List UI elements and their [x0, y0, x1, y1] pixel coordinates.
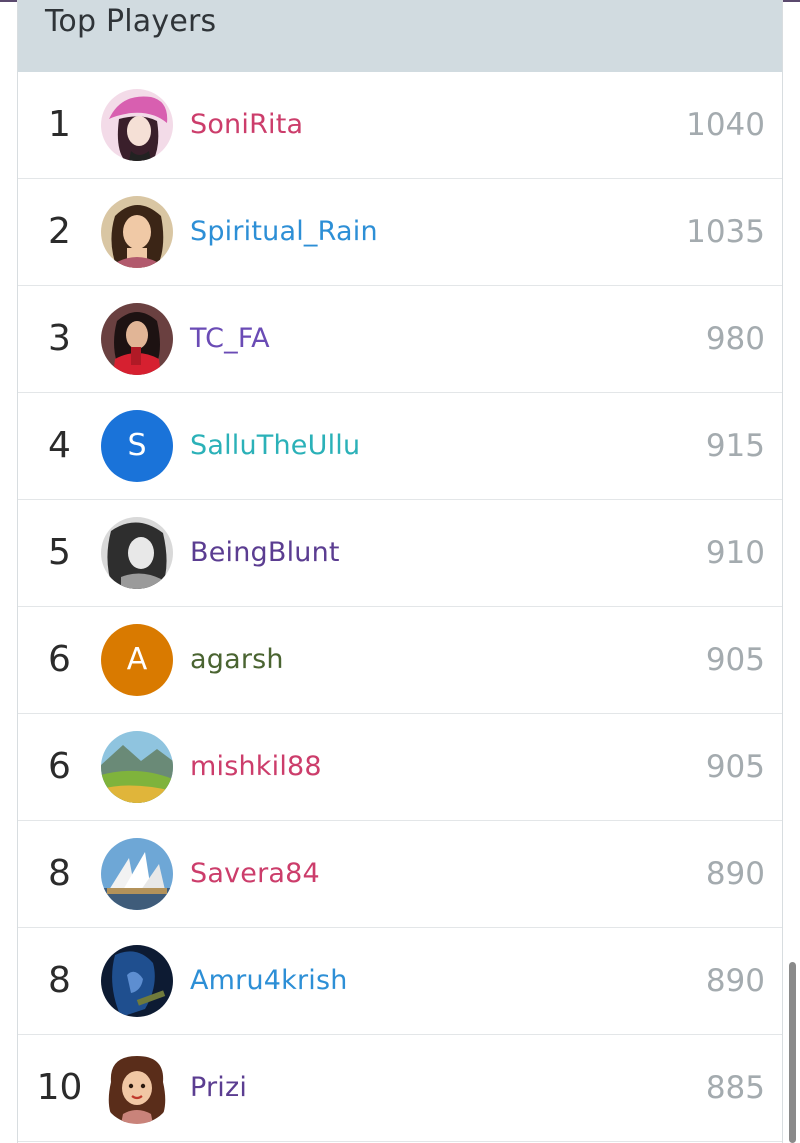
player-name-link[interactable]: Prizi [190, 1035, 247, 1141]
player-row[interactable]: 8 Savera84 890 [18, 821, 782, 928]
player-name-link[interactable]: SalluTheUllu [190, 393, 360, 499]
player-rank: 5 [48, 532, 71, 573]
player-rank: 2 [48, 211, 71, 252]
player-row[interactable]: 8 Amru4krish 890 [18, 928, 782, 1035]
player-score: 905 [705, 642, 765, 678]
player-rank: 6 [48, 639, 71, 680]
player-row[interactable]: 2 Spiritual_Rain 1035 [18, 179, 782, 286]
player-name-link[interactable]: agarsh [190, 607, 284, 713]
cartoon-girl-icon[interactable] [101, 1052, 173, 1124]
night-portrait-icon[interactable] [101, 945, 173, 1017]
player-score: 905 [705, 749, 765, 785]
player-row[interactable]: 10 Prizi 885 [18, 1035, 782, 1142]
player-score: 885 [705, 1070, 765, 1106]
player-rank: 8 [48, 853, 71, 894]
player-score: 980 [705, 321, 765, 357]
player-name-link[interactable]: Amru4krish [190, 928, 348, 1034]
panel-title: Top Players [45, 4, 217, 39]
player-rank: 6 [48, 746, 71, 787]
scrollbar-thumb[interactable] [789, 962, 796, 1143]
player-row[interactable]: 5 BeingBlunt 910 [18, 500, 782, 607]
photo-woman-bw-icon[interactable] [101, 517, 173, 589]
player-row[interactable]: 3 TC_FA 980 [18, 286, 782, 393]
player-name-link[interactable]: Spiritual_Rain [190, 179, 378, 285]
avatar-letter: A [126, 642, 148, 677]
player-score: 915 [705, 428, 765, 464]
player-row[interactable]: 6 Aagarsh 905 [18, 607, 782, 714]
player-name-link[interactable]: TC_FA [190, 286, 270, 392]
player-name-link[interactable]: mishkil88 [190, 714, 322, 820]
opera-house-icon[interactable] [101, 838, 173, 910]
players-list: 1 SoniRita 1040 2 Spiritual_Rain 1035 3 TC_FA 98… [18, 72, 782, 1142]
top-players-panel: Top Players 1 SoniRita 1040 2 Spiritual_Rain… [17, 0, 783, 1143]
player-rank: 3 [48, 318, 71, 359]
player-name-link[interactable]: BeingBlunt [190, 500, 340, 606]
player-name-link[interactable]: SoniRita [190, 72, 303, 178]
letter-avatar[interactable]: S [101, 410, 173, 482]
player-rank: 8 [48, 960, 71, 1001]
player-score: 890 [705, 856, 765, 892]
avatar-letter: S [127, 428, 147, 463]
player-score: 910 [705, 535, 765, 571]
photo-woman-icon[interactable] [101, 196, 173, 268]
player-row[interactable]: 4 S SalluTheUllu 915 [18, 393, 782, 500]
letter-avatar[interactable]: A [101, 624, 173, 696]
landscape-icon[interactable] [101, 731, 173, 803]
player-score: 890 [705, 963, 765, 999]
photo-woman-pink-icon[interactable] [101, 89, 173, 161]
photo-woman-red-icon[interactable] [101, 303, 173, 375]
player-row[interactable]: 1 SoniRita 1040 [18, 72, 782, 179]
player-name-link[interactable]: Savera84 [190, 821, 320, 927]
player-score: 1040 [686, 107, 765, 143]
player-rank: 4 [48, 425, 71, 466]
player-score: 1035 [686, 214, 765, 250]
player-row[interactable]: 6 mishkil88 905 [18, 714, 782, 821]
player-rank: 10 [36, 1067, 83, 1108]
panel-header: Top Players [18, 0, 782, 72]
player-rank: 1 [48, 104, 71, 145]
